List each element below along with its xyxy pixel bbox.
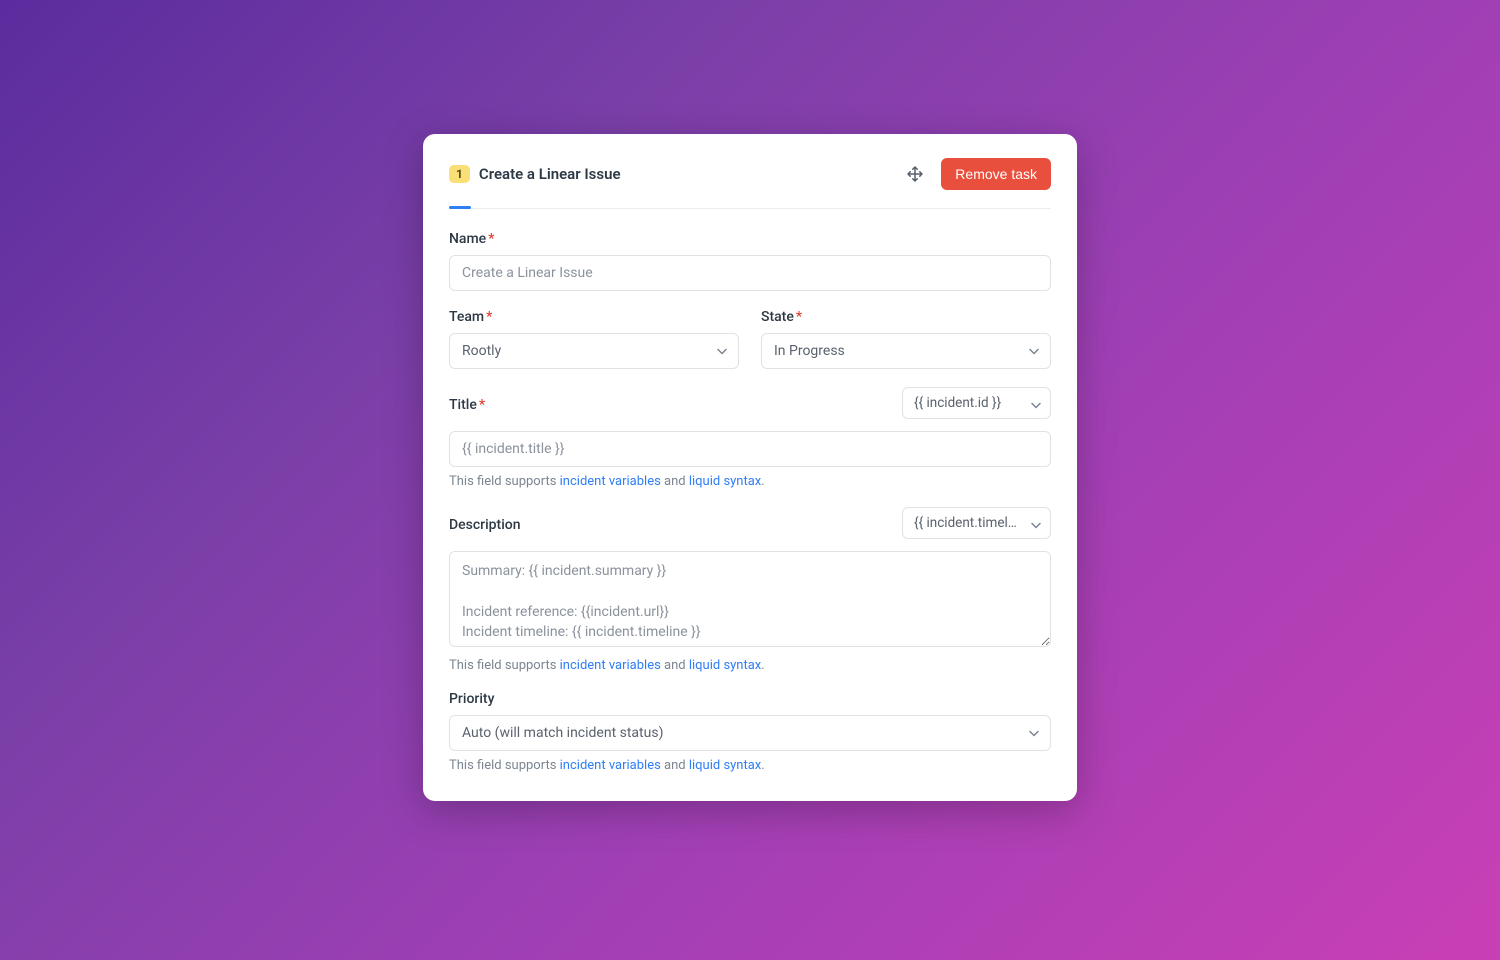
title-hint: This field supports incident variables a… xyxy=(449,474,1051,489)
field-team: Team* Rootly xyxy=(449,309,739,369)
remove-task-button[interactable]: Remove task xyxy=(941,158,1051,190)
step-number-badge: 1 xyxy=(449,165,470,183)
priority-label: Priority xyxy=(449,691,1051,707)
header-right: Remove task xyxy=(907,158,1051,190)
header-left: 1 Create a Linear Issue xyxy=(449,165,621,183)
card-header: 1 Create a Linear Issue Remove task xyxy=(449,158,1051,209)
liquid-syntax-link[interactable]: liquid syntax xyxy=(689,758,761,773)
team-label: Team* xyxy=(449,309,739,325)
incident-variables-link[interactable]: incident variables xyxy=(560,474,661,489)
state-select[interactable]: In Progress xyxy=(761,333,1051,369)
field-state: State* In Progress xyxy=(761,309,1051,369)
liquid-syntax-link[interactable]: liquid syntax xyxy=(689,474,761,489)
field-priority: Priority Auto (will match incident statu… xyxy=(449,691,1051,773)
move-icon[interactable] xyxy=(907,166,923,182)
task-form: Name* Team* Rootly State* In Progress xyxy=(449,209,1051,773)
incident-variables-link[interactable]: incident variables xyxy=(560,758,661,773)
field-title: Title* {{ incident.id }} This field supp… xyxy=(449,387,1051,489)
title-variable-dropdown[interactable]: {{ incident.id }} xyxy=(902,387,1051,419)
description-label: Description xyxy=(449,517,521,533)
card-title: Create a Linear Issue xyxy=(479,165,621,183)
title-input[interactable] xyxy=(449,431,1051,467)
priority-select[interactable]: Auto (will match incident status) xyxy=(449,715,1051,751)
team-select[interactable]: Rootly xyxy=(449,333,739,369)
liquid-syntax-link[interactable]: liquid syntax xyxy=(689,658,761,673)
incident-variables-link[interactable]: incident variables xyxy=(560,658,661,673)
active-tab-indicator xyxy=(449,206,471,209)
description-hint: This field supports incident variables a… xyxy=(449,658,1051,673)
state-label: State* xyxy=(761,309,1051,325)
description-textarea[interactable]: Summary: {{ incident.summary }} Incident… xyxy=(449,551,1051,647)
name-input[interactable] xyxy=(449,255,1051,291)
priority-hint: This field supports incident variables a… xyxy=(449,758,1051,773)
name-label: Name* xyxy=(449,231,1051,247)
description-variable-dropdown[interactable]: {{ incident.timelin… xyxy=(902,507,1051,539)
field-description: Description {{ incident.timelin… Summary… xyxy=(449,507,1051,673)
field-name: Name* xyxy=(449,231,1051,291)
title-label: Title* xyxy=(449,397,485,413)
task-card: 1 Create a Linear Issue Remove task Name… xyxy=(423,134,1077,801)
